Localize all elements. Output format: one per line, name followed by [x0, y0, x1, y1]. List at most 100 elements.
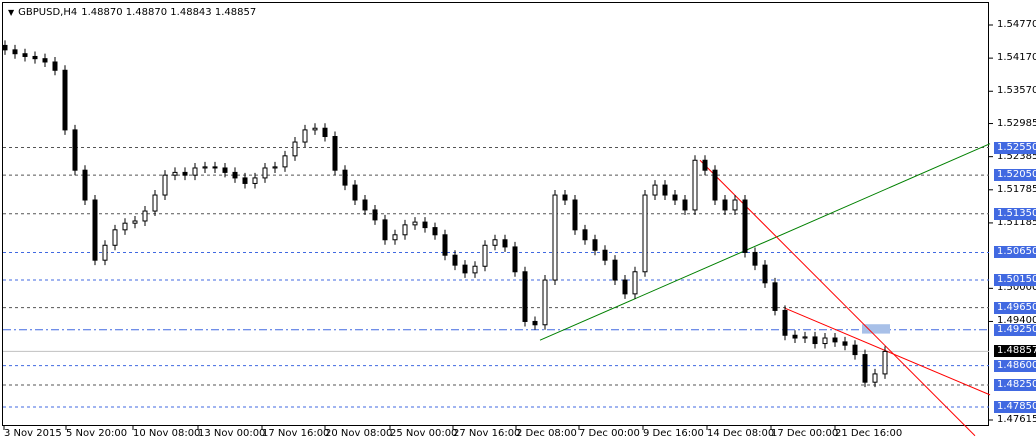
candle-body [502, 239, 508, 248]
candle-body [582, 229, 588, 241]
trendline [539, 143, 991, 341]
candle-body [302, 129, 308, 143]
candle-body [52, 61, 58, 71]
y-tick-label: 1.47615 [997, 414, 1036, 425]
candle-body [292, 141, 298, 157]
x-tick-label: 25 Nov 00:00 [390, 428, 458, 439]
candle-body [522, 271, 528, 322]
candle-body [172, 171, 178, 176]
candle-body [382, 219, 388, 241]
candle-body [22, 53, 28, 57]
candle-body [132, 220, 138, 224]
price-chart [2, 24, 993, 437]
candle-body [222, 167, 228, 173]
candle-body [492, 239, 498, 246]
candle-body [882, 350, 888, 375]
candle-body [722, 199, 728, 211]
level-price-tag: 1.51350 [994, 207, 1036, 220]
x-tick-label: 7 Dec 00:00 [579, 428, 640, 439]
level-price-tag: 1.49250 [994, 323, 1036, 336]
candle-body [542, 279, 548, 326]
candle-body [672, 194, 678, 201]
candle-body [102, 244, 108, 261]
x-tick-label: 21 Dec 16:00 [835, 428, 903, 439]
candle-body [742, 199, 748, 253]
trendline [699, 159, 976, 437]
y-tick-label: 1.54170 [997, 52, 1036, 64]
candle-body [252, 177, 258, 184]
candle-body [732, 199, 738, 211]
x-tick-label: 17 Dec 00:00 [771, 428, 839, 439]
candle-body [842, 341, 848, 346]
x-tick-label: 10 Nov 08:00 [133, 428, 201, 439]
price-marker [862, 324, 890, 334]
candle-body [202, 166, 208, 169]
candle-body [342, 169, 348, 186]
candle-body [692, 159, 698, 211]
candle-body [242, 177, 248, 184]
candle-body [32, 55, 38, 60]
candle-body [322, 127, 328, 138]
candle-body [142, 210, 148, 222]
level-price-tag: 1.48250 [994, 378, 1036, 391]
y-tick-label: 1.54770 [997, 19, 1036, 30]
level-price-tag: 1.52050 [994, 169, 1036, 182]
candle-body [392, 234, 398, 241]
candle-body [422, 221, 428, 229]
candle-body [372, 209, 378, 221]
candle-body [682, 199, 688, 211]
x-tick-label: 13 Nov 00:00 [198, 428, 266, 439]
candle-body [772, 282, 778, 311]
ohlc-values: 1.48870 1.48870 1.48843 1.48857 [81, 7, 257, 18]
candle-body [752, 251, 758, 266]
candle-body [152, 194, 158, 212]
candle-body [832, 337, 838, 343]
candle-body [62, 69, 68, 131]
candle-body [652, 184, 658, 196]
candle-body [622, 279, 628, 295]
chart-title: ▼ GBPUSD,H4 1.48870 1.48870 1.48843 1.48… [8, 7, 256, 18]
candle-body [462, 264, 468, 274]
candle-body [282, 155, 288, 168]
x-tick-label: 20 Nov 08:00 [325, 428, 393, 439]
y-tick-label: 1.51785 [997, 183, 1036, 195]
x-tick-label: 2 Dec 08:00 [516, 428, 577, 439]
x-tick-label: 14 Dec 08:00 [707, 428, 775, 439]
x-tick-label: 27 Nov 16:00 [453, 428, 521, 439]
dropdown-triangle-icon[interactable]: ▼ [8, 8, 14, 17]
candle-body [572, 199, 578, 231]
candle-body [552, 194, 558, 281]
candle-body [802, 336, 808, 339]
candle-body [352, 184, 358, 201]
candle-body [212, 166, 218, 169]
candle-body [162, 174, 168, 196]
candle-body [562, 194, 568, 201]
candle-body [712, 169, 718, 201]
candle-body [872, 373, 878, 383]
x-tick-label: 3 Nov 2015 [4, 428, 62, 439]
candle-body [72, 129, 78, 171]
candle-body [812, 336, 818, 345]
symbol-label: GBPUSD,H4 [18, 7, 78, 18]
candle-body [632, 271, 638, 295]
level-price-tag: 1.50650 [994, 246, 1036, 259]
chart-window[interactable]: ▼ GBPUSD,H4 1.48870 1.48870 1.48843 1.48… [0, 0, 1036, 444]
candle-body [792, 334, 798, 339]
candle-body [42, 58, 48, 63]
candle-body [452, 254, 458, 266]
candle-body [512, 246, 518, 273]
candle-body [182, 171, 188, 176]
candle-body [362, 199, 368, 211]
candle-body [12, 49, 18, 55]
candle-body [862, 354, 868, 383]
candle-body [532, 320, 538, 326]
level-price-tag: 1.48600 [994, 359, 1036, 372]
x-tick-label: 9 Dec 16:00 [643, 428, 704, 439]
candle-body [332, 136, 338, 171]
candle-body [412, 221, 418, 226]
candle-body [82, 169, 88, 201]
candle-body [92, 199, 98, 261]
candle-body [272, 166, 278, 169]
candle-body [592, 239, 598, 251]
candle-body [602, 249, 608, 261]
